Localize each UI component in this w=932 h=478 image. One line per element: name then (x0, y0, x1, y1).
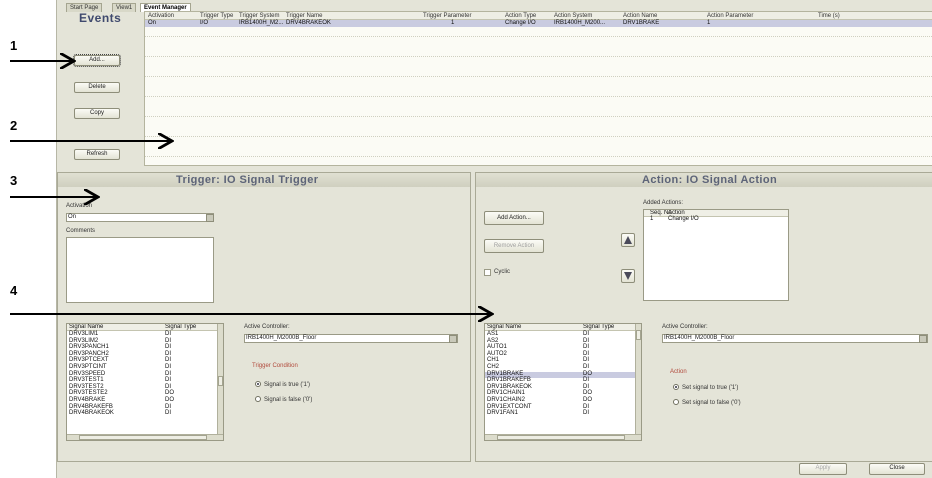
annotation-arrows (10, 0, 932, 478)
